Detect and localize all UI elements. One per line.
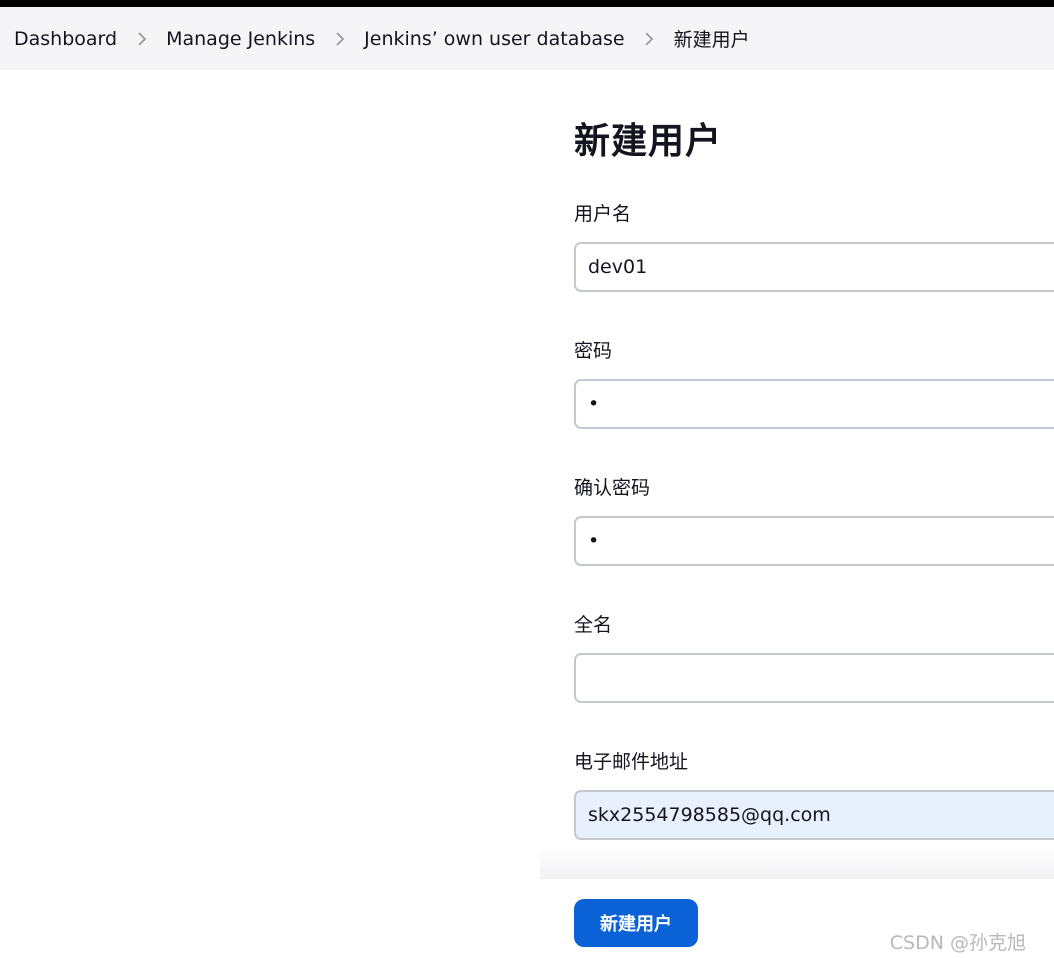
chevron-right-icon	[117, 28, 166, 49]
footer-shadow	[540, 845, 1054, 880]
fullname-field[interactable]	[574, 653, 1054, 703]
fullname-label: 全名	[574, 614, 613, 636]
breadcrumb: Dashboard Manage Jenkins Jenkins’ own us…	[0, 7, 1054, 70]
password-field[interactable]	[574, 379, 1054, 429]
breadcrumb-manage-jenkins[interactable]: Manage Jenkins	[166, 28, 315, 50]
email-field[interactable]	[574, 790, 1054, 840]
breadcrumb-user-database[interactable]: Jenkins’ own user database	[364, 28, 624, 50]
breadcrumb-current-page: 新建用户	[673, 29, 750, 51]
confirm-password-field[interactable]	[574, 516, 1054, 566]
username-field[interactable]	[574, 242, 1054, 292]
chevron-right-icon	[625, 28, 674, 49]
password-label: 密码	[574, 340, 613, 362]
confirm-password-label: 确认密码	[574, 477, 651, 499]
chevron-right-icon	[315, 28, 364, 49]
username-label: 用户名	[574, 203, 632, 225]
page-title: 新建用户	[574, 121, 723, 162]
top-border	[0, 0, 1054, 7]
create-user-button[interactable]: 新建用户	[574, 899, 698, 947]
watermark: CSDN @孙克旭	[889, 932, 1026, 954]
email-label: 电子邮件地址	[574, 751, 689, 773]
breadcrumb-dashboard[interactable]: Dashboard	[14, 28, 117, 50]
